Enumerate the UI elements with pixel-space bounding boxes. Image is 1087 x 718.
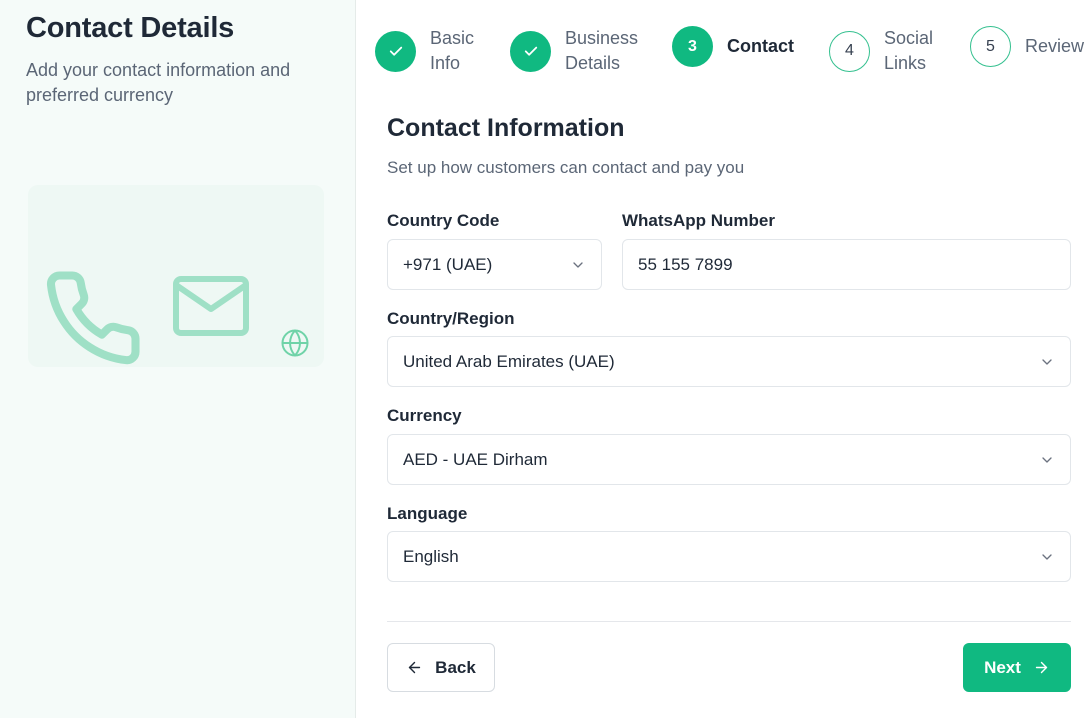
next-button[interactable]: Next — [963, 643, 1071, 692]
country-code-select[interactable]: +971 (UAE) — [387, 239, 602, 290]
chevron-down-icon — [1042, 358, 1052, 365]
whatsapp-number-field[interactable]: 55 155 7899 — [622, 239, 1071, 290]
step-number: 5 — [970, 26, 1011, 67]
currency-select[interactable]: AED - UAE Dirham — [387, 434, 1071, 485]
step-label: Contact — [727, 36, 794, 56]
language-select[interactable]: English — [387, 531, 1071, 582]
contact-illustration — [28, 185, 324, 367]
step-label: Basic Info — [430, 28, 475, 73]
step-business-details[interactable]: Business Details — [510, 26, 638, 76]
country-code-value: +971 (UAE) — [403, 254, 493, 274]
mail-icon — [173, 276, 249, 336]
form-title: Contact Information — [387, 114, 625, 142]
footer-divider — [387, 621, 1071, 622]
check-icon — [510, 30, 551, 72]
chevron-down-icon — [1042, 456, 1052, 463]
back-button[interactable]: Back — [387, 643, 495, 692]
sidebar-subtitle: Add your contact information and preferr… — [26, 60, 291, 105]
step-number: 3 — [672, 26, 713, 67]
step-label: Review — [1025, 36, 1085, 56]
country-region-value: United Arab Emirates (UAE) — [403, 351, 615, 371]
whatsapp-number-value: 55 155 7899 — [638, 254, 733, 274]
back-button-label: Back — [435, 657, 476, 677]
country-region-select[interactable]: United Arab Emirates (UAE) — [387, 336, 1071, 387]
next-button-label: Next — [984, 657, 1021, 677]
step-number: 4 — [829, 30, 870, 72]
step-review[interactable]: 5 Review — [970, 26, 1084, 67]
chevron-down-icon — [573, 261, 583, 268]
language-value: English — [403, 546, 459, 566]
currency-label: Currency — [387, 406, 462, 425]
chevron-down-icon — [1042, 553, 1052, 560]
arrow-left-icon — [409, 661, 421, 674]
check-icon — [375, 30, 416, 72]
step-contact[interactable]: 3 Contact — [672, 26, 794, 67]
phone-icon — [46, 271, 140, 365]
arrow-right-icon — [1035, 661, 1048, 674]
page: Contact Details Add your contact informa… — [0, 0, 1087, 718]
language-label: Language — [387, 504, 468, 523]
sidebar-panel: Contact Details Add your contact informa… — [0, 0, 356, 718]
form-subtitle: Set up how customers can contact and pay… — [387, 158, 745, 177]
country-code-label: Country Code — [387, 211, 500, 230]
step-label: Business Details — [565, 28, 639, 73]
currency-value: AED - UAE Dirham — [403, 449, 548, 469]
country-region-label: Country/Region — [387, 309, 515, 328]
sidebar-title: Contact Details — [26, 12, 235, 44]
step-basic-info[interactable]: Basic Info — [375, 26, 474, 76]
step-social-links[interactable]: 4 Social Links — [829, 26, 933, 76]
step-label: Social Links — [884, 28, 934, 73]
whatsapp-label: WhatsApp Number — [622, 211, 775, 230]
globe-icon — [281, 329, 309, 357]
